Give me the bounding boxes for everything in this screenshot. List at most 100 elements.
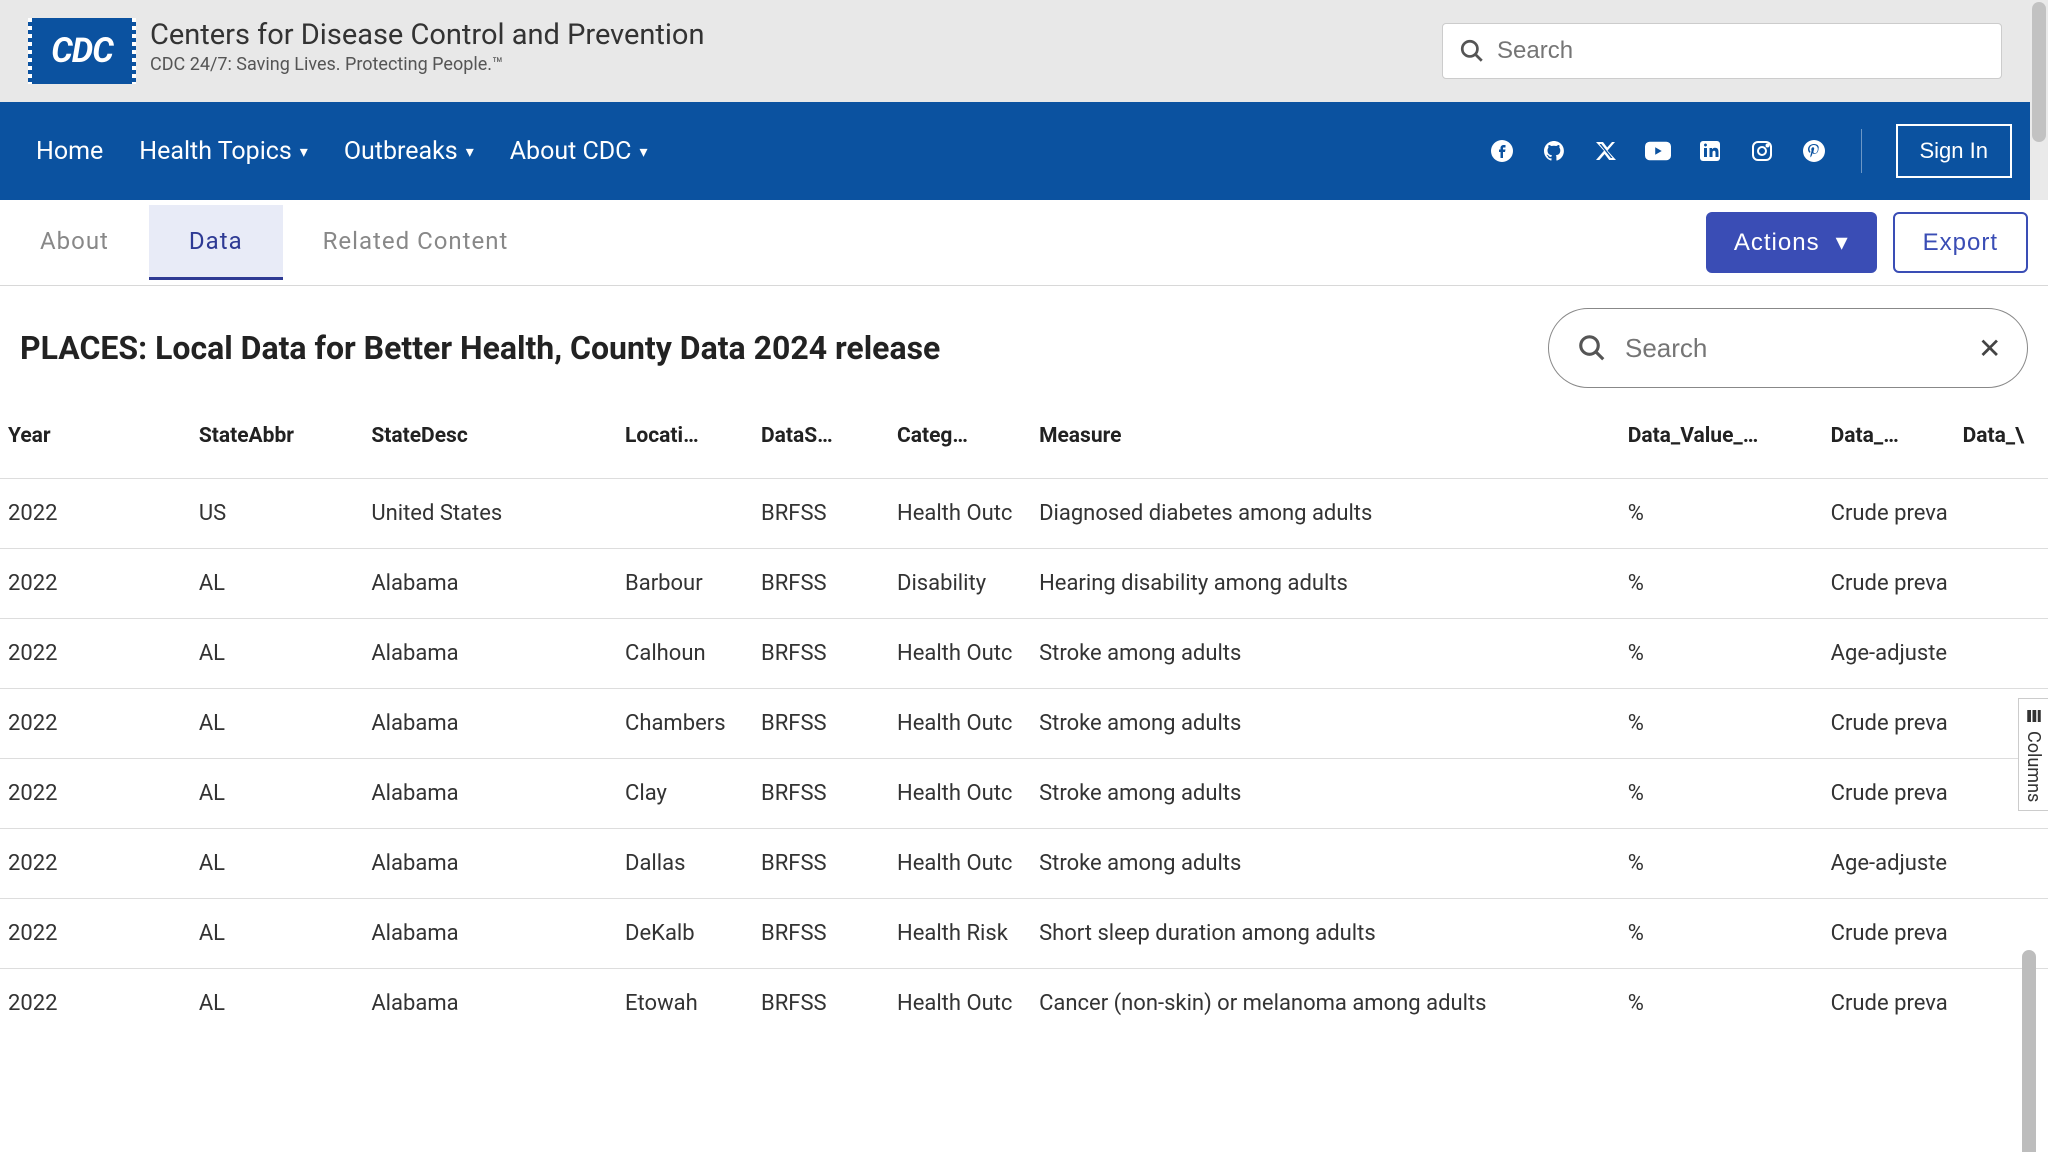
chevron-down-icon: ▾ bbox=[639, 142, 647, 161]
cell-unit: % bbox=[1622, 689, 1825, 759]
signin-button[interactable]: Sign In bbox=[1896, 124, 2013, 178]
clear-search-icon[interactable]: ✕ bbox=[1978, 332, 2001, 365]
cell-loc: Etowah bbox=[619, 969, 755, 1039]
tab-related[interactable]: Related Content bbox=[283, 205, 549, 280]
col-data-type[interactable]: Data_… bbox=[1825, 410, 1957, 479]
cell-desc: Alabama bbox=[365, 899, 619, 969]
cell-abbr: AL bbox=[193, 689, 366, 759]
col-location[interactable]: Locati… bbox=[619, 410, 755, 479]
page-scrollbar-thumb[interactable] bbox=[2032, 2, 2046, 142]
site-header: CDC Centers for Disease Control and Prev… bbox=[0, 0, 2048, 102]
col-stateabbr[interactable]: StateAbbr bbox=[193, 410, 366, 479]
cell-year: 2022 bbox=[0, 689, 193, 759]
cell-cat: Health Outc bbox=[891, 689, 1033, 759]
nav-outbreaks-label: Outbreaks bbox=[344, 137, 458, 166]
cell-measure: Stroke among adults bbox=[1033, 829, 1622, 899]
col-category[interactable]: Categ… bbox=[891, 410, 1033, 479]
cell-year: 2022 bbox=[0, 969, 193, 1039]
columns-toggle[interactable]: Columns bbox=[2018, 698, 2048, 811]
chevron-down-icon: ▾ bbox=[466, 142, 474, 161]
page-title: PLACES: Local Data for Better Health, Co… bbox=[20, 329, 940, 367]
table-row[interactable]: 2022ALAlabamaChambersBRFSSHealth OutcStr… bbox=[0, 689, 2048, 759]
cell-unit: % bbox=[1622, 479, 1825, 549]
logo-text: CDC bbox=[51, 31, 113, 71]
cell-year: 2022 bbox=[0, 549, 193, 619]
cell-type: Age-adjuste bbox=[1825, 619, 1957, 689]
cdc-logo[interactable]: CDC bbox=[28, 18, 136, 84]
table-row[interactable]: 2022ALAlabamaBarbourBRFSSDisabilityHeari… bbox=[0, 549, 2048, 619]
col-data-value-unit[interactable]: Data_Value_… bbox=[1622, 410, 1825, 479]
cell-loc: Clay bbox=[619, 759, 755, 829]
cell-unit: % bbox=[1622, 899, 1825, 969]
tab-data[interactable]: Data bbox=[149, 205, 283, 280]
actions-button-label: Actions bbox=[1734, 229, 1820, 257]
cell-abbr: AL bbox=[193, 619, 366, 689]
cell-desc: Alabama bbox=[365, 549, 619, 619]
cell-type: Crude preva bbox=[1825, 969, 1957, 1039]
table-row[interactable]: 2022ALAlabamaDallasBRFSSHealth OutcStrok… bbox=[0, 829, 2048, 899]
cell-year: 2022 bbox=[0, 899, 193, 969]
tab-about[interactable]: About bbox=[0, 205, 149, 280]
actions-button[interactable]: Actions ▾ bbox=[1706, 212, 1877, 273]
col-measure[interactable]: Measure bbox=[1033, 410, 1622, 479]
facebook-icon[interactable] bbox=[1489, 138, 1515, 164]
col-data-extra[interactable]: Data_\ bbox=[1957, 410, 2048, 479]
data-search-input[interactable] bbox=[1625, 333, 1960, 364]
table-row[interactable]: 2022ALAlabamaClayBRFSSHealth OutcStroke … bbox=[0, 759, 2048, 829]
cell-measure: Short sleep duration among adults bbox=[1033, 899, 1622, 969]
export-button[interactable]: Export bbox=[1893, 212, 2028, 273]
table-scrollbar[interactable] bbox=[2022, 950, 2036, 1152]
cell-type: Crude preva bbox=[1825, 479, 1957, 549]
github-icon[interactable] bbox=[1541, 138, 1567, 164]
cell-loc: Dallas bbox=[619, 829, 755, 899]
col-year[interactable]: Year bbox=[0, 410, 193, 479]
cell-src: BRFSS bbox=[755, 619, 891, 689]
cell-year: 2022 bbox=[0, 479, 193, 549]
cell-abbr: US bbox=[193, 479, 366, 549]
cell-unit: % bbox=[1622, 549, 1825, 619]
instagram-icon[interactable] bbox=[1749, 138, 1775, 164]
col-datasource[interactable]: DataS… bbox=[755, 410, 891, 479]
cell-type: Crude preva bbox=[1825, 759, 1957, 829]
cell-year: 2022 bbox=[0, 759, 193, 829]
nav-outbreaks[interactable]: Outbreaks ▾ bbox=[344, 137, 474, 166]
nav-health-topics[interactable]: Health Topics▾ bbox=[139, 137, 308, 166]
chevron-down-icon: ▾ bbox=[1836, 228, 1849, 257]
table-row[interactable]: 2022USUnited StatesBRFSSHealth OutcDiagn… bbox=[0, 479, 2048, 549]
cell-unit: % bbox=[1622, 969, 1825, 1039]
table-row[interactable]: 2022ALAlabamaDeKalbBRFSSHealth RiskShort… bbox=[0, 899, 2048, 969]
cell-src: BRFSS bbox=[755, 969, 891, 1039]
cell-cat: Health Outc bbox=[891, 969, 1033, 1039]
nav-about-cdc-label: About CDC bbox=[510, 137, 632, 166]
cell-measure: Stroke among adults bbox=[1033, 619, 1622, 689]
brand: CDC Centers for Disease Control and Prev… bbox=[28, 18, 704, 84]
cell-loc: DeKalb bbox=[619, 899, 755, 969]
table-row[interactable]: 2022ALAlabamaEtowahBRFSSHealth OutcCance… bbox=[0, 969, 2048, 1039]
table-row[interactable]: 2022ALAlabamaCalhounBRFSSHealth OutcStro… bbox=[0, 619, 2048, 689]
col-statedesc[interactable]: StateDesc bbox=[365, 410, 619, 479]
pinterest-icon[interactable] bbox=[1801, 138, 1827, 164]
site-search-input[interactable] bbox=[1497, 37, 1985, 65]
cell-desc: Alabama bbox=[365, 689, 619, 759]
table-header-row: Year StateAbbr StateDesc Locati… DataS… … bbox=[0, 410, 2048, 479]
nav-about-cdc[interactable]: About CDC ▾ bbox=[510, 137, 648, 166]
cell-unit: % bbox=[1622, 619, 1825, 689]
cell-unit: % bbox=[1622, 829, 1825, 899]
cell-desc: Alabama bbox=[365, 759, 619, 829]
cell-loc: Calhoun bbox=[619, 619, 755, 689]
nav-home[interactable]: Home bbox=[36, 137, 103, 166]
youtube-icon[interactable] bbox=[1645, 138, 1671, 164]
cell-cat: Health Outc bbox=[891, 759, 1033, 829]
cell-type: Crude preva bbox=[1825, 899, 1957, 969]
cell-year: 2022 bbox=[0, 619, 193, 689]
nav-health-topics-label: Health Topics bbox=[139, 137, 292, 166]
site-search[interactable] bbox=[1442, 23, 2002, 79]
search-icon bbox=[1577, 333, 1607, 363]
data-search[interactable]: ✕ bbox=[1548, 308, 2028, 388]
linkedin-icon[interactable] bbox=[1697, 138, 1723, 164]
tabs-row: About Data Related Content Actions ▾ Exp… bbox=[0, 200, 2048, 286]
site-subtitle: CDC 24/7: Saving Lives. Protecting Peopl… bbox=[150, 54, 704, 75]
nav-home-label: Home bbox=[36, 137, 103, 166]
x-twitter-icon[interactable] bbox=[1593, 138, 1619, 164]
cell-measure: Stroke among adults bbox=[1033, 759, 1622, 829]
